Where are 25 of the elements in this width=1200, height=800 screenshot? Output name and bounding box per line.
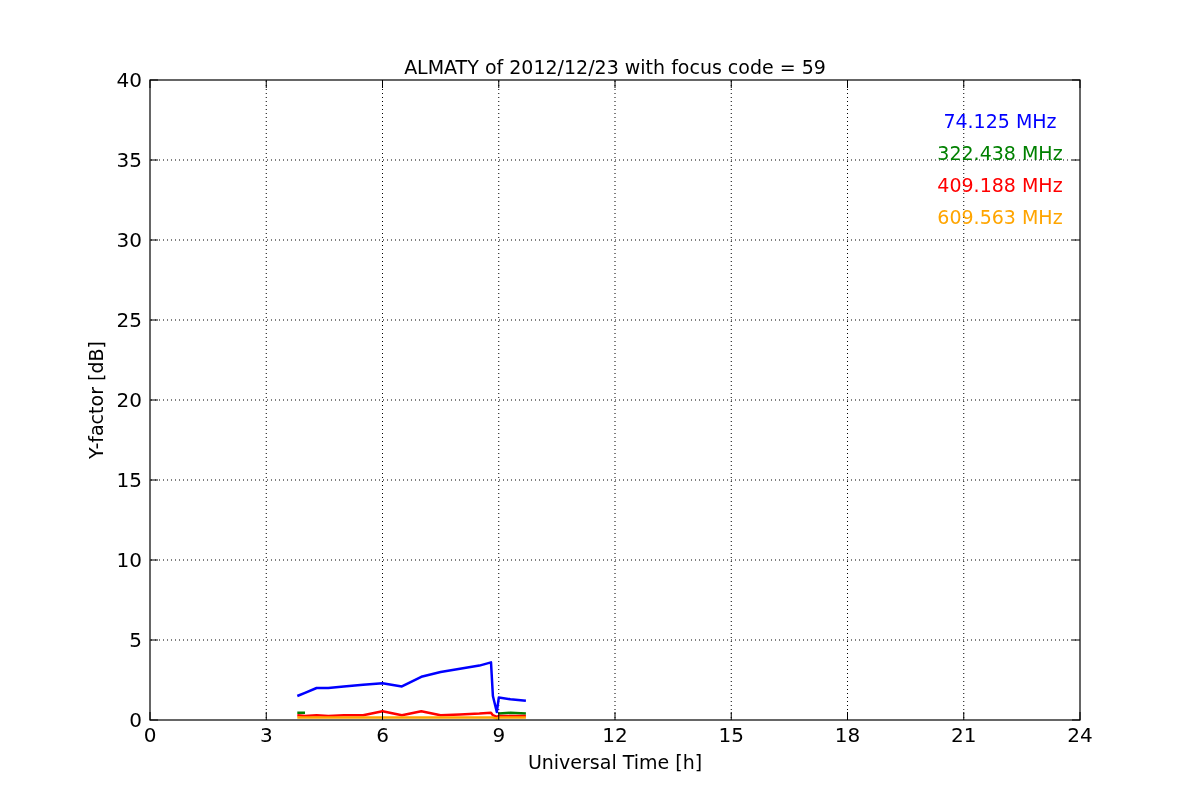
tick-label: 5 <box>129 628 142 652</box>
tick-label: 40 <box>116 68 142 92</box>
legend-label: 322.438 MHz <box>937 142 1063 164</box>
tick-label: 35 <box>116 148 142 172</box>
tick-label: 21 <box>951 723 977 747</box>
tick-label: 9 <box>492 723 506 747</box>
tick-label: 18 <box>834 723 861 747</box>
tick-label: 15 <box>116 468 142 492</box>
tick-label: 24 <box>1067 723 1093 747</box>
x-axis-label: Universal Time [h] <box>527 751 703 773</box>
y-axis-label: Y-factor [dB] <box>85 341 107 459</box>
tick-label: 12 <box>602 723 628 747</box>
tick-label: 0 <box>129 708 142 732</box>
tick-label: 25 <box>116 308 142 332</box>
tick-label: 15 <box>718 723 744 747</box>
legend-label: 74.125 MHz <box>943 110 1057 132</box>
tick-label: 3 <box>259 723 273 747</box>
tick-label: 6 <box>376 723 389 747</box>
tick-label: 0 <box>143 723 157 747</box>
chart-title: ALMATY of 2012/12/23 with focus code = 59 <box>404 56 826 78</box>
tick-label: 20 <box>116 388 142 412</box>
tick-label: 10 <box>116 548 142 572</box>
tick-label: 30 <box>116 228 142 252</box>
legend-label: 409.188 MHz <box>937 174 1063 196</box>
legend-label: 609.563 MHz <box>937 206 1063 228</box>
